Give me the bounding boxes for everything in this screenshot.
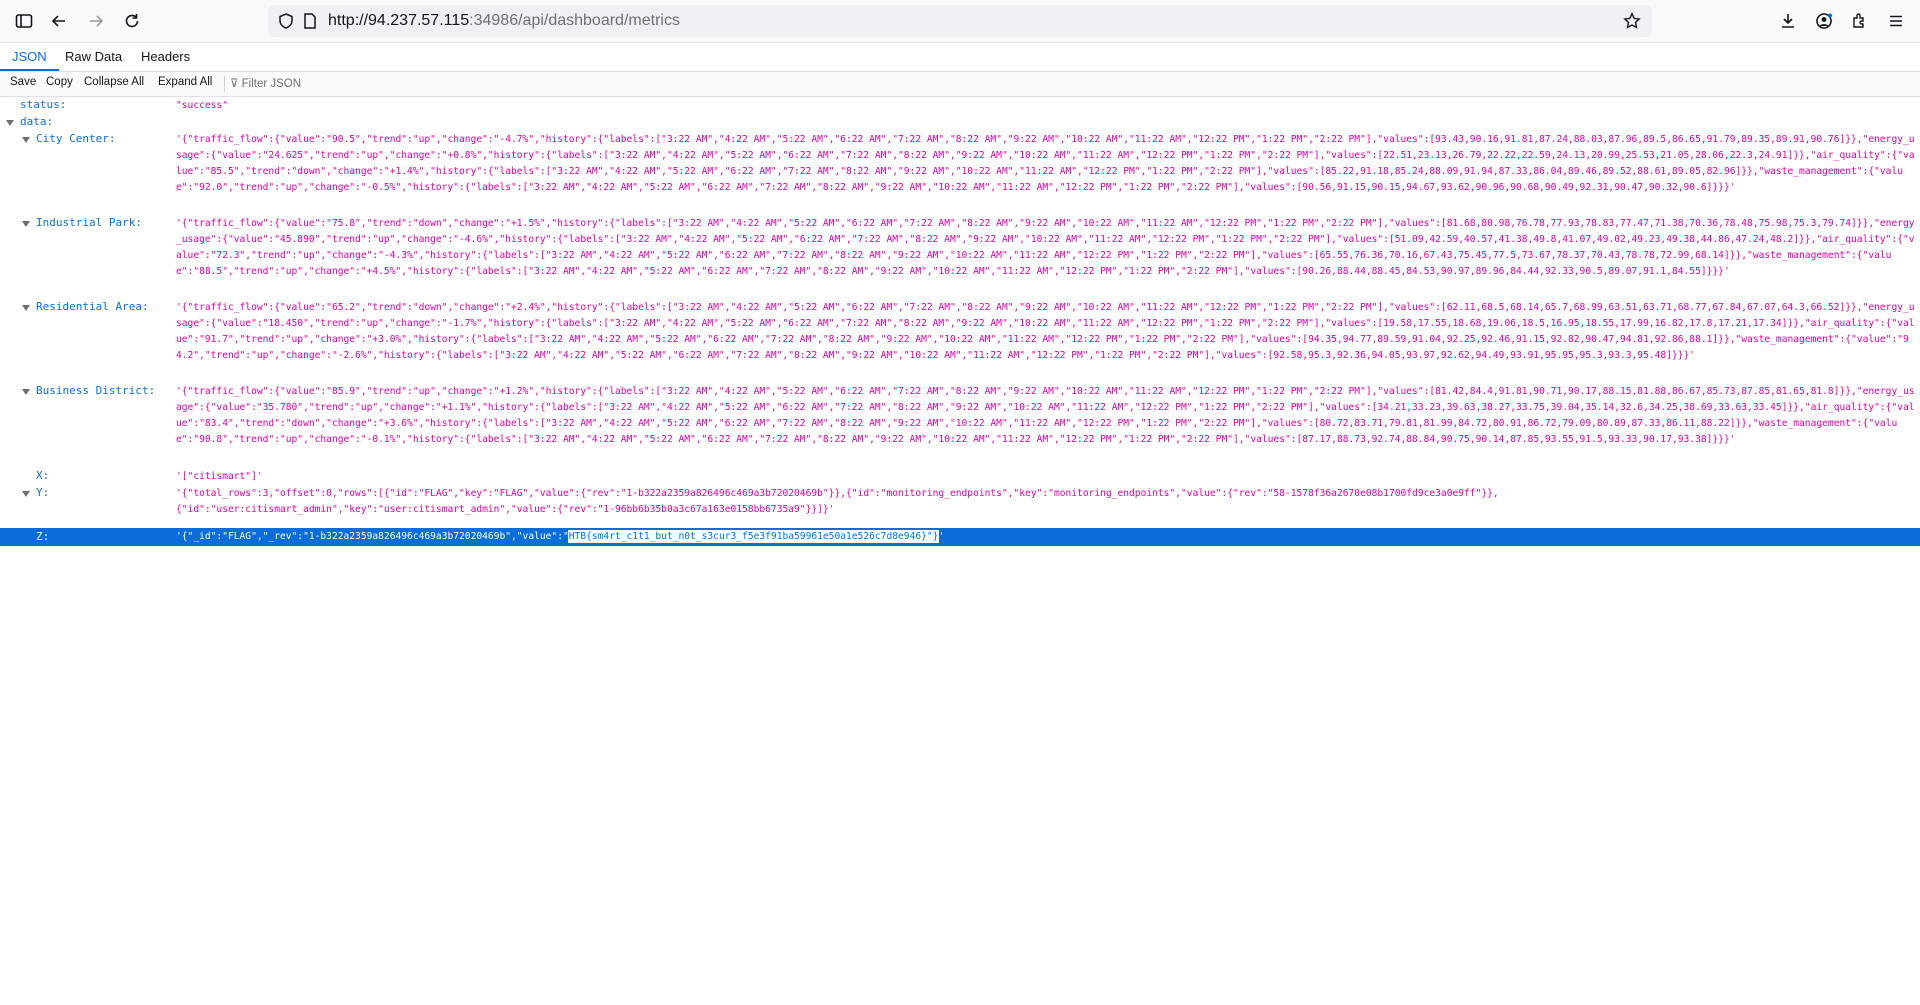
expand-all-button[interactable]: Expand All xyxy=(158,76,212,88)
filter-icon: ⊽ xyxy=(230,78,239,90)
filter-placeholder: Filter JSON xyxy=(241,78,302,90)
json-key: X: xyxy=(36,469,50,482)
json-row-x[interactable]: X: '["citismart"]' xyxy=(0,468,1920,484)
json-value-suffix: ' xyxy=(938,531,945,542)
expand-triangle-icon[interactable] xyxy=(6,119,14,127)
back-icon[interactable] xyxy=(47,9,71,33)
url-host: http://94.237.57.115 xyxy=(328,12,470,29)
account-icon[interactable] xyxy=(1812,9,1836,33)
downloads-icon[interactable] xyxy=(1776,9,1800,33)
expand-triangle-icon[interactable] xyxy=(22,220,30,228)
json-key: Y: xyxy=(36,486,50,499)
json-row-z[interactable]: Z: '{"_id":"FLAG","_rev":"1-b322a2359a82… xyxy=(0,528,1920,546)
json-value: '["citismart"]' xyxy=(176,471,263,482)
url-bar[interactable]: http://94.237.57.115:34986/api/dashboard… xyxy=(268,5,1652,37)
copy-button[interactable]: Copy xyxy=(46,76,73,88)
json-row-residential-area[interactable]: Residential Area: '{"traffic_flow":{"val… xyxy=(0,299,1920,383)
json-key: Business District: xyxy=(36,384,156,397)
json-value: '{"traffic_flow":{"value":"75.8","trend"… xyxy=(176,218,1915,277)
selected-text[interactable]: HTB{sm4rt_c1t1_but_n0t_s3cur3_f5e3f91ba5… xyxy=(567,530,940,543)
browser-toolbar: http://94.237.57.115:34986/api/dashboard… xyxy=(0,0,1920,43)
sidebar-toggle-icon[interactable] xyxy=(12,9,36,33)
json-action-bar: Save Copy Collapse All Expand All ⊽ Filt… xyxy=(0,72,1920,97)
tab-json[interactable]: JSON xyxy=(0,43,59,71)
json-value: '{"total_rows":3,"offset":0,"rows":[{"id… xyxy=(176,488,1499,515)
json-row-data[interactable]: data: xyxy=(0,114,1920,130)
extensions-icon[interactable] xyxy=(1848,9,1872,33)
url-text[interactable]: http://94.237.57.115:34986/api/dashboard… xyxy=(328,12,680,30)
expand-triangle-icon[interactable] xyxy=(22,388,30,396)
viewer-tabs: JSON Raw Data Headers xyxy=(0,43,1920,72)
json-row-business-district[interactable]: Business District: '{"traffic_flow":{"va… xyxy=(0,383,1920,467)
collapse-all-button[interactable]: Collapse All xyxy=(84,76,144,88)
json-key: Z: xyxy=(36,530,50,543)
filter-json-input[interactable]: ⊽ Filter JSON xyxy=(230,76,301,90)
save-button[interactable]: Save xyxy=(10,76,36,88)
json-value: "success" xyxy=(176,100,228,111)
expand-triangle-icon[interactable] xyxy=(22,136,30,144)
url-path: :34986/api/dashboard/metrics xyxy=(469,12,680,29)
expand-triangle-icon[interactable] xyxy=(22,490,30,498)
reload-icon[interactable] xyxy=(120,9,144,33)
json-value: '{"_id":"FLAG","_rev":"1-b322a2359a82649… xyxy=(176,529,1916,545)
tab-headers[interactable]: Headers xyxy=(129,43,202,71)
toolbar-divider xyxy=(224,76,225,92)
expand-triangle-icon[interactable] xyxy=(22,304,30,312)
json-key: status: xyxy=(20,98,67,111)
json-key: data: xyxy=(20,115,54,128)
page-info-icon[interactable] xyxy=(298,9,322,33)
json-row-city-center[interactable]: City Center: '{"traffic_flow":{"value":"… xyxy=(0,131,1920,215)
json-value: '{"traffic_flow":{"value":"90.5","trend"… xyxy=(176,134,1915,193)
forward-icon[interactable] xyxy=(84,9,108,33)
shield-icon[interactable] xyxy=(274,9,298,33)
menu-icon[interactable] xyxy=(1884,9,1908,33)
bookmark-star-icon[interactable] xyxy=(1620,9,1644,33)
json-value-prefix: '{"_id":"FLAG","_rev":"1-b322a2359a82649… xyxy=(176,531,569,542)
json-value: '{"traffic_flow":{"value":"85.9","trend"… xyxy=(176,386,1915,445)
json-row-y[interactable]: Y: '{"total_rows":3,"offset":0,"rows":[{… xyxy=(0,485,1920,517)
json-key: Industrial Park: xyxy=(36,216,142,229)
tab-raw-data[interactable]: Raw Data xyxy=(53,43,134,71)
json-row-industrial-park[interactable]: Industrial Park: '{"traffic_flow":{"valu… xyxy=(0,215,1920,299)
json-key: City Center: xyxy=(36,132,116,145)
json-value: '{"traffic_flow":{"value":"65.2","trend"… xyxy=(176,302,1915,361)
json-row-status[interactable]: status: "success" xyxy=(0,97,1920,113)
json-key: Residential Area: xyxy=(36,300,149,313)
